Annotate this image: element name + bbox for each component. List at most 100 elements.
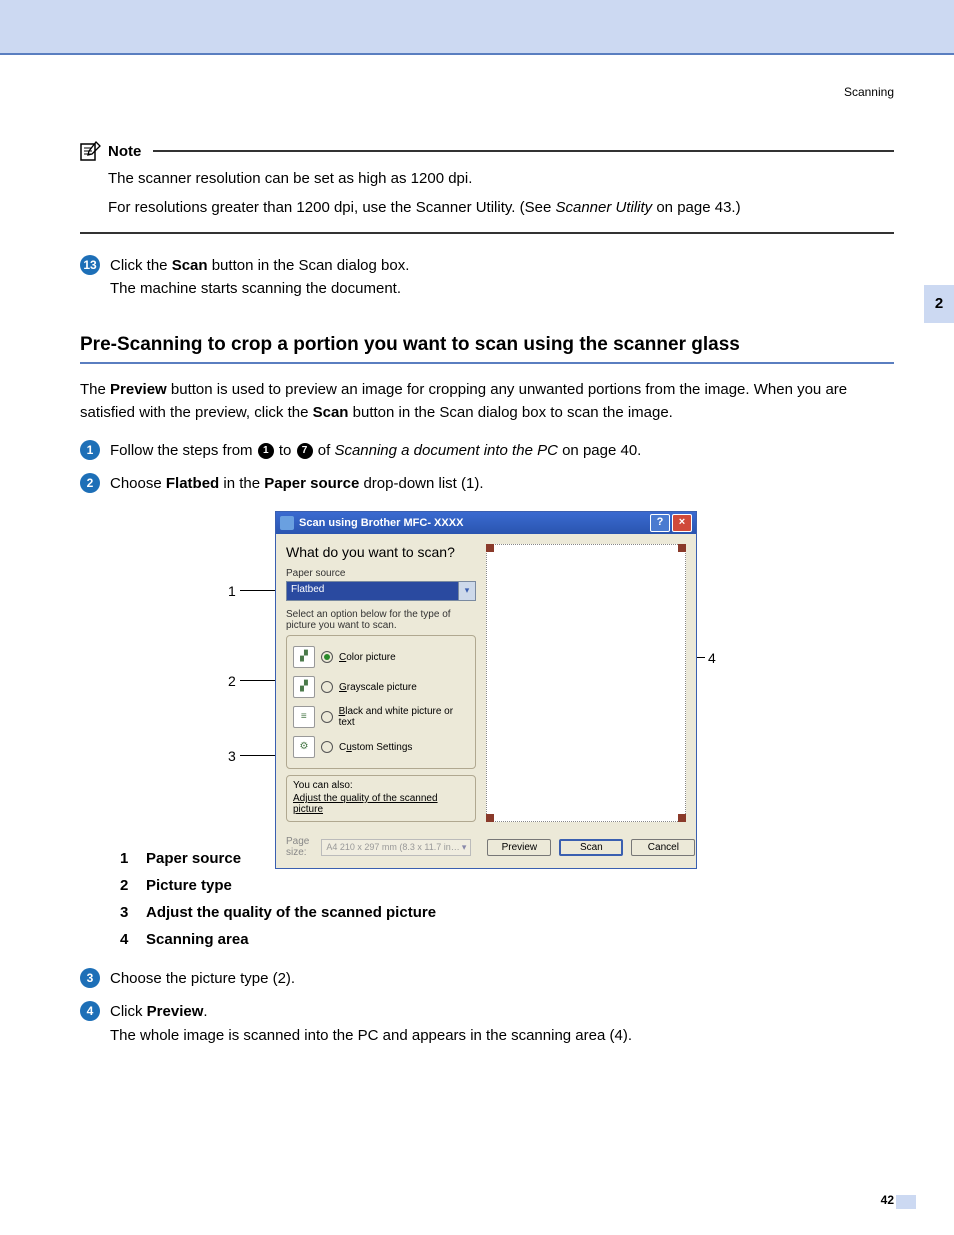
inline-badge-1: 1 bbox=[258, 443, 274, 459]
color-picture-icon: ▞ bbox=[293, 646, 315, 668]
option-grayscale[interactable]: ▞ Grayscale picture bbox=[293, 672, 469, 702]
scan-preview-area[interactable] bbox=[486, 544, 686, 822]
option-color[interactable]: ▞ CColor pictureolor picture bbox=[293, 642, 469, 672]
note-body: The scanner resolution can be set as hig… bbox=[108, 167, 894, 220]
step-4-body: Click Preview. The whole image is scanne… bbox=[110, 1000, 894, 1047]
close-button[interactable]: × bbox=[672, 514, 692, 532]
step-badge-2: 2 bbox=[80, 473, 100, 493]
radio-custom[interactable] bbox=[321, 741, 333, 753]
dialog-titlebar[interactable]: Scan using Brother MFC- XXXX ? × bbox=[276, 512, 696, 534]
crop-handle-br[interactable] bbox=[678, 814, 686, 822]
step-4: 4 Click Preview. The whole image is scan… bbox=[80, 1000, 894, 1047]
option-color-label: CColor pictureolor picture bbox=[339, 652, 396, 663]
radio-bw[interactable] bbox=[321, 711, 333, 723]
grayscale-picture-icon: ▞ bbox=[293, 676, 315, 698]
step-1: 1 Follow the steps from 1 to 7 of Scanni… bbox=[80, 439, 894, 462]
text: The whole image is scanned into the PC a… bbox=[110, 1027, 632, 1044]
step-3: 3 Choose the picture type (2). bbox=[80, 967, 894, 990]
help-button[interactable]: ? bbox=[650, 514, 670, 532]
step-13: 13 Click the Scan button in the Scan dia… bbox=[80, 254, 894, 301]
legend-2: 2 Picture type bbox=[120, 872, 894, 899]
legend-num: 2 bbox=[120, 872, 134, 899]
callout-3-line bbox=[240, 755, 275, 756]
step-badge-4: 4 bbox=[80, 1001, 100, 1021]
page-size-value: A4 210 x 297 mm (8.3 x 11.7 in… bbox=[326, 842, 461, 853]
dialog-title: Scan using Brother MFC- XXXX bbox=[299, 517, 648, 529]
scan-bold: Scan bbox=[313, 404, 349, 421]
scan-bold: Scan bbox=[172, 257, 208, 274]
select-option-help: Select an option below for the type of p… bbox=[286, 609, 476, 631]
running-header: Scanning bbox=[80, 85, 894, 99]
text: in the bbox=[219, 475, 264, 492]
legend-num: 1 bbox=[120, 845, 134, 872]
callout-4: 4 bbox=[708, 650, 716, 666]
chevron-down-icon[interactable]: ▾ bbox=[458, 582, 475, 600]
crop-handle-tl[interactable] bbox=[486, 544, 494, 552]
also-label: You can also: bbox=[293, 780, 353, 791]
radio-grayscale[interactable] bbox=[321, 681, 333, 693]
note-text: For resolutions greater than 1200 dpi, u… bbox=[108, 199, 555, 216]
note-text: on page 43.) bbox=[652, 199, 740, 216]
text: Click the bbox=[110, 257, 172, 274]
step-2-body: Choose Flatbed in the Paper source drop-… bbox=[110, 472, 894, 495]
paper-source-value: Flatbed bbox=[287, 582, 458, 600]
text: The machine starts scanning the document… bbox=[110, 280, 401, 297]
page-body: Scanning 2 Note The scanner resolution c… bbox=[0, 55, 954, 1225]
dialog-left-panel: What do you want to scan? Paper source F… bbox=[286, 544, 476, 822]
callout-2: 2 bbox=[228, 673, 236, 689]
step-badge-3: 3 bbox=[80, 968, 100, 988]
scanner-utility-link[interactable]: Scanner Utility bbox=[555, 199, 652, 216]
page-number-bar bbox=[896, 1195, 916, 1209]
section-rule bbox=[80, 362, 894, 364]
note-icon bbox=[80, 141, 102, 161]
option-custom-label: Custom Settings bbox=[339, 742, 412, 753]
note-rule-top bbox=[153, 150, 894, 152]
preview-button[interactable]: Preview bbox=[487, 839, 551, 856]
step-2: 2 Choose Flatbed in the Paper source dro… bbox=[80, 472, 894, 495]
text: of bbox=[314, 442, 335, 459]
text: button in the Scan dialog box to scan th… bbox=[348, 404, 672, 421]
step-13-body: Click the Scan button in the Scan dialog… bbox=[110, 254, 894, 301]
dialog-footer: Page size: A4 210 x 297 mm (8.3 x 11.7 i… bbox=[276, 830, 696, 868]
step-badge-13: 13 bbox=[80, 255, 100, 275]
callout-1-line bbox=[240, 590, 275, 591]
callout-1: 1 bbox=[228, 583, 236, 599]
step-1-body: Follow the steps from 1 to 7 of Scanning… bbox=[110, 439, 894, 462]
paper-source-label: Paper source bbox=[286, 568, 476, 579]
callout-2-line bbox=[240, 680, 275, 681]
text: . bbox=[203, 1003, 207, 1020]
text: Choose bbox=[110, 475, 166, 492]
scan-dialog: Scan using Brother MFC- XXXX ? × What do… bbox=[275, 511, 697, 869]
scanner-icon bbox=[280, 516, 294, 530]
scan-button[interactable]: Scan bbox=[559, 839, 623, 856]
cross-ref-link[interactable]: Scanning a document into the PC bbox=[334, 442, 557, 459]
legend-text: Scanning area bbox=[146, 926, 249, 953]
paper-source-bold: Paper source bbox=[264, 475, 359, 492]
legend-text: Picture type bbox=[146, 872, 232, 899]
preview-bold: Preview bbox=[110, 381, 167, 398]
note-title: Note bbox=[108, 143, 141, 160]
legend-num: 4 bbox=[120, 926, 134, 953]
crop-handle-tr[interactable] bbox=[678, 544, 686, 552]
paper-source-select[interactable]: Flatbed ▾ bbox=[286, 581, 476, 601]
chevron-down-icon[interactable]: ▾ bbox=[462, 842, 467, 853]
option-bw[interactable]: ≡ Black and white picture or text bbox=[293, 702, 469, 732]
section-heading: Pre-Scanning to crop a portion you want … bbox=[80, 334, 894, 356]
adjust-quality-link[interactable]: Adjust the quality of the scanned pictur… bbox=[293, 793, 469, 815]
crop-handle-bl[interactable] bbox=[486, 814, 494, 822]
header-band bbox=[0, 0, 954, 53]
page-size-select[interactable]: A4 210 x 297 mm (8.3 x 11.7 in… ▾ bbox=[321, 839, 471, 856]
option-custom[interactable]: ⚙ Custom Settings bbox=[293, 732, 469, 762]
legend-num: 3 bbox=[120, 899, 134, 926]
text: on page 40. bbox=[558, 442, 641, 459]
step-badge-1: 1 bbox=[80, 440, 100, 460]
bw-text-icon: ≡ bbox=[293, 706, 315, 728]
legend-text: Paper source bbox=[146, 845, 241, 872]
legend-text: Adjust the quality of the scanned pictur… bbox=[146, 899, 436, 926]
note-line2: For resolutions greater than 1200 dpi, u… bbox=[108, 196, 894, 219]
option-grayscale-label: Grayscale picture bbox=[339, 682, 417, 693]
cancel-button[interactable]: Cancel bbox=[631, 839, 695, 856]
text: drop-down list (1). bbox=[359, 475, 483, 492]
note-line1: The scanner resolution can be set as hig… bbox=[108, 167, 894, 190]
radio-color[interactable] bbox=[321, 651, 333, 663]
